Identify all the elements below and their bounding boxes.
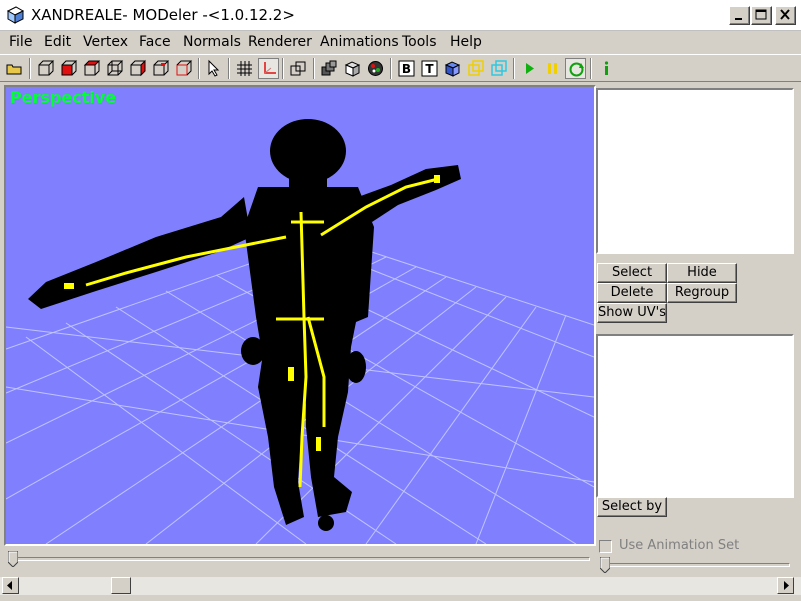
bold-b-icon[interactable]: B: [396, 58, 417, 79]
toolbar-separator: [198, 58, 200, 79]
animation-slider-track[interactable]: [604, 563, 790, 567]
close-button[interactable]: [775, 6, 796, 25]
toolbar-separator: [228, 58, 230, 79]
box-red-edge-icon[interactable]: [81, 58, 102, 79]
animation-list[interactable]: [596, 334, 794, 498]
menu-file[interactable]: File: [9, 34, 32, 50]
menu-normals[interactable]: Normals: [183, 34, 241, 50]
box-wire-icon[interactable]: [35, 58, 56, 79]
menu-help[interactable]: Help: [450, 34, 482, 50]
minimize-button[interactable]: [729, 6, 750, 25]
perspective-viewport[interactable]: Perspective: [4, 85, 596, 546]
character-mesh: [28, 119, 461, 531]
info-icon[interactable]: [596, 58, 617, 79]
box-outline-icon[interactable]: [104, 58, 125, 79]
toolbar-separator: [282, 58, 284, 79]
arrow-left-icon: [7, 581, 12, 590]
toolbar: B T: [0, 54, 801, 82]
axis-icon[interactable]: [258, 58, 279, 79]
scroll-right-button[interactable]: [777, 577, 794, 594]
horizontal-scrollbar[interactable]: [0, 576, 801, 595]
timeline-slider-track[interactable]: [12, 557, 590, 561]
title-bar: XANDREALE- MODeler -<1.0.12.2>: [0, 0, 801, 31]
group-list[interactable]: [596, 88, 794, 254]
use-animation-set-label: Use Animation Set: [619, 538, 740, 553]
stacked-boxes-icon[interactable]: [319, 58, 340, 79]
window-title: XANDREALE- MODeler -<1.0.12.2>: [31, 6, 295, 24]
svg-text:T: T: [425, 62, 434, 76]
box-red-corner-icon[interactable]: [173, 58, 194, 79]
menu-renderer[interactable]: Renderer: [248, 34, 312, 50]
box-red-face-icon[interactable]: [58, 58, 79, 79]
timeline-slider-thumb[interactable]: [7, 550, 19, 568]
hide-button[interactable]: Hide: [667, 263, 737, 283]
text-t-icon[interactable]: T: [419, 58, 440, 79]
solid-box-icon[interactable]: [342, 58, 363, 79]
box-duplicate-icon[interactable]: [288, 58, 309, 79]
animation-slider-thumb[interactable]: [599, 556, 611, 574]
toolbar-separator: [313, 58, 315, 79]
select-button[interactable]: Select: [597, 263, 667, 283]
open-folder-icon[interactable]: [4, 58, 25, 79]
cube-wireframe-icon: [5, 5, 25, 25]
minimize-icon: [735, 18, 742, 20]
viewport-scene: [6, 119, 594, 544]
menu-animations[interactable]: Animations: [320, 34, 399, 50]
toolbar-separator: [513, 58, 515, 79]
globe-icon[interactable]: [365, 58, 386, 79]
loop-icon[interactable]: [565, 58, 586, 79]
use-animation-set-checkbox[interactable]: [599, 540, 612, 553]
grid-icon[interactable]: [234, 58, 255, 79]
select-by-button[interactable]: Select by: [597, 497, 667, 517]
menu-bar: File Edit Vertex Face Normals Renderer A…: [0, 31, 801, 54]
scroll-thumb[interactable]: [111, 577, 131, 594]
play-icon[interactable]: [519, 58, 540, 79]
texture-cube-icon[interactable]: [442, 58, 463, 79]
toolbar-separator: [390, 58, 392, 79]
menu-face[interactable]: Face: [139, 34, 171, 50]
regroup-button[interactable]: Regroup: [667, 283, 737, 303]
maximize-button[interactable]: [751, 6, 772, 25]
box-red-top-icon[interactable]: [127, 58, 148, 79]
arrow-select-icon[interactable]: [203, 58, 224, 79]
show-uvs-button[interactable]: Show UV's: [597, 303, 667, 323]
svg-text:B: B: [402, 62, 411, 76]
menu-edit[interactable]: Edit: [44, 34, 71, 50]
toolbar-separator: [29, 58, 31, 79]
close-icon: [780, 9, 790, 20]
pause-icon[interactable]: [542, 58, 563, 79]
cyan-square-icon[interactable]: [488, 58, 509, 79]
viewport-label: Perspective: [10, 88, 117, 107]
delete-button[interactable]: Delete: [597, 283, 667, 303]
scroll-left-button[interactable]: [2, 577, 19, 594]
maximize-icon: [755, 9, 767, 20]
menu-tools[interactable]: Tools: [402, 34, 437, 50]
menu-vertex[interactable]: Vertex: [83, 34, 128, 50]
toolbar-separator: [590, 58, 592, 79]
arrow-right-icon: [784, 581, 789, 590]
box-red-side-icon[interactable]: [150, 58, 171, 79]
yellow-square-icon[interactable]: [465, 58, 486, 79]
